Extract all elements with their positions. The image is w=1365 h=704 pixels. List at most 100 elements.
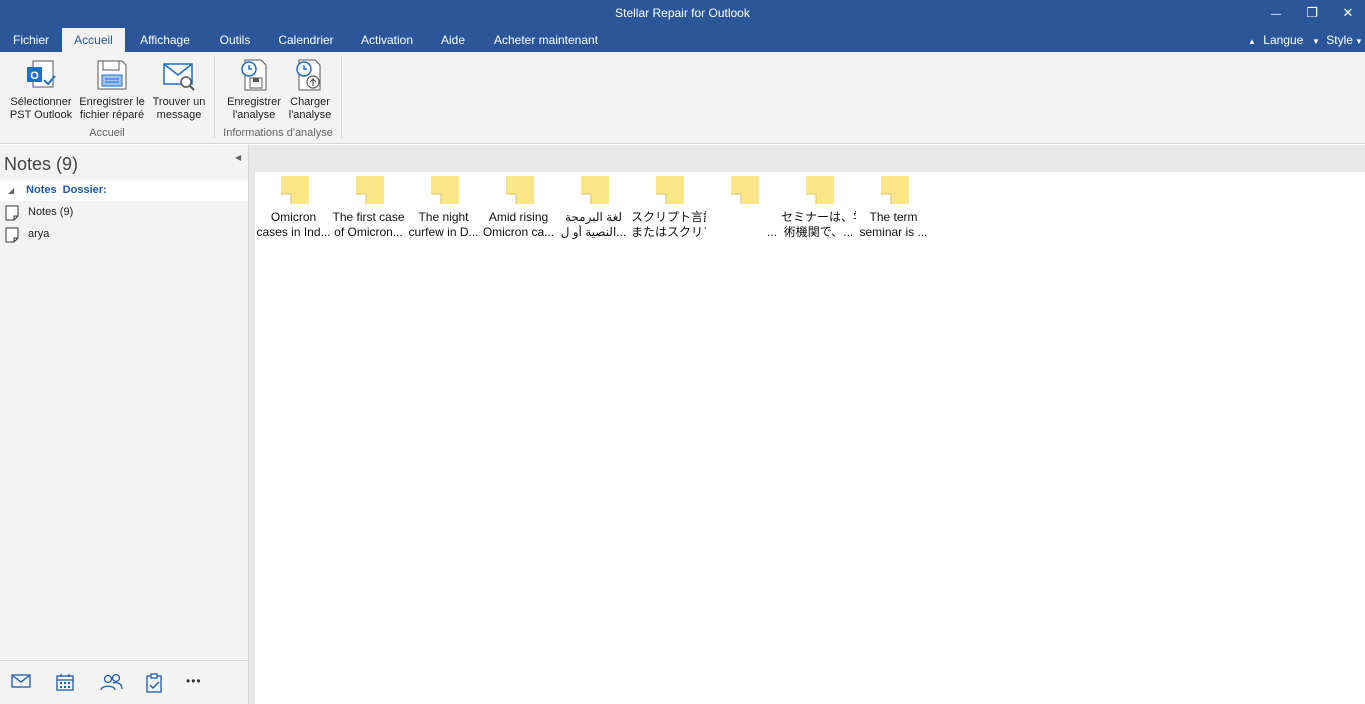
window-title: Stellar Repair for Outlook (615, 6, 750, 20)
contacts-nav-button[interactable] (100, 673, 124, 693)
sticky-note-icon (806, 176, 834, 204)
style-dropdown-arrow[interactable]: ▼ (1355, 28, 1363, 52)
calendar-icon (56, 674, 74, 691)
tasks-icon (146, 673, 162, 693)
save-repaired-file-button[interactable]: Enregistrer le fichier réparé (76, 56, 148, 122)
find-message-icon (163, 63, 195, 91)
note-preview: seminar is ... (859, 225, 928, 239)
tab-calendrier[interactable]: Calendrier (265, 28, 347, 52)
sticky-note-icon (281, 176, 309, 204)
language-menu[interactable]: ▲ Langue (1248, 28, 1303, 52)
sticky-note-icon (656, 176, 684, 204)
select-pst-button[interactable]: O Sélectionner PST Outlook (6, 56, 76, 122)
save-scan-label-2: l'analyse (232, 109, 276, 121)
content-header (255, 145, 1365, 172)
select-pst-label-1: Sélectionner (10, 96, 72, 108)
tree-root-label: Notes Dossier: (26, 184, 107, 196)
note-icon (5, 205, 19, 221)
find-message-label-1: Trouver un (152, 96, 206, 108)
close-icon: ✕ (1342, 5, 1354, 20)
more-icon[interactable]: ••• (186, 674, 212, 694)
chevron-up-icon: ▲ (1248, 37, 1256, 46)
note-item[interactable]: The term seminar is ... (856, 175, 931, 247)
mail-nav-button[interactable] (11, 673, 35, 693)
note-preview: Omicron ca... (482, 225, 555, 239)
note-preview: またはスクリプ... (631, 225, 706, 239)
tab-fichier[interactable]: Fichier (0, 28, 62, 52)
note-item[interactable]: The night curfew in D... (406, 175, 481, 247)
calendar-nav-button[interactable] (55, 673, 79, 693)
menu-bar: Fichier Accueil Affichage Outils Calendr… (0, 28, 1365, 52)
mail-icon (11, 674, 31, 688)
style-menu[interactable]: ▼ Style (1312, 28, 1353, 52)
pane-title: Notes (9) (4, 154, 79, 174)
bottom-navigation: ••• (0, 660, 248, 704)
sticky-note-icon (431, 176, 459, 204)
folder-pane: Notes (9) ◀ ◢ Notes Dossier: Notes (9) a… (0, 145, 249, 704)
tab-aide[interactable]: Aide (427, 28, 479, 52)
minimize-icon: — (1271, 9, 1281, 20)
note-title: Amid rising (488, 210, 549, 224)
save-icon (97, 60, 127, 90)
note-item[interactable]: スクリプト言語またはスクリプ... (631, 175, 706, 247)
sticky-note-icon (581, 176, 609, 204)
load-scan-icon (296, 59, 321, 91)
tab-affichage[interactable]: Affichage (125, 28, 205, 52)
tab-accueil[interactable]: Accueil (62, 28, 125, 52)
note-title (706, 210, 777, 225)
ribbon-group-analysis-label: Informations d'analyse (223, 127, 333, 139)
note-icon (5, 227, 19, 243)
save-repaired-label-1: Enregistrer le (79, 96, 145, 108)
find-message-label-2: message (156, 109, 202, 121)
ribbon-group-accueil-label: Accueil (89, 127, 125, 139)
load-scan-label-1: Charger (290, 96, 330, 108)
ribbon: O Sélectionner PST Outlook Enregistrer l… (0, 52, 1365, 144)
tree-item-arya[interactable]: arya (0, 225, 248, 245)
close-button[interactable]: ✕ (1328, 2, 1365, 24)
note-item[interactable]: セミナーは、学術機関で、... (781, 175, 856, 247)
tab-activation[interactable]: Activation (347, 28, 427, 52)
note-title: スクリプト言語 (631, 210, 706, 224)
language-label: Langue (1263, 33, 1304, 47)
notes-view: Omicron cases in Ind... The first case of … (255, 145, 1365, 704)
collapse-pane-icon[interactable]: ◀ (235, 153, 241, 162)
tree-item-label: Notes (9) (28, 206, 74, 218)
tab-acheter-maintenant[interactable]: Acheter maintenant (479, 28, 613, 52)
tree-item-notes[interactable]: Notes (9) (0, 203, 248, 223)
outlook-pst-icon: O (27, 60, 56, 88)
ribbon-group-separator (214, 56, 215, 138)
contacts-icon (100, 673, 123, 691)
note-item[interactable]: Amid rising Omicron ca... (481, 175, 556, 247)
chevron-down-icon: ▼ (1312, 37, 1320, 46)
note-title: The term (869, 210, 918, 224)
note-preview: of Omicron... (334, 225, 403, 239)
save-scan-icon (241, 59, 267, 91)
note-item[interactable]: The first case of Omicron... (331, 175, 406, 247)
load-scan-label-2: l'analyse (288, 109, 332, 121)
find-message-button[interactable]: Trouver un message (149, 56, 209, 122)
expand-triangle-icon[interactable]: ◢ (8, 186, 14, 195)
tree-root[interactable]: ◢ Notes Dossier: (0, 181, 248, 201)
svg-text:O: O (30, 70, 39, 82)
sticky-note-icon (506, 176, 534, 204)
note-preview: ...النصية أو ل (560, 225, 627, 239)
save-repaired-label-2: fichier réparé (79, 109, 145, 121)
save-scan-button[interactable]: Enregistrer l'analyse (223, 56, 285, 122)
restore-icon: ❐ (1306, 5, 1318, 20)
chevron-down-icon: ▼ (1355, 37, 1363, 46)
restore-button[interactable]: ❐ (1292, 2, 1332, 24)
note-preview: curfew in D... (408, 225, 479, 239)
note-item[interactable]: لغة البرمجة ...النصية أو ل (556, 175, 631, 247)
tasks-nav-button[interactable] (145, 673, 169, 693)
note-item[interactable]: ... (706, 175, 781, 247)
note-title: لغة البرمجة (564, 210, 623, 224)
note-preview: ... (766, 225, 777, 239)
note-item[interactable]: Omicron cases in Ind... (256, 175, 331, 247)
style-label: Style (1326, 33, 1353, 47)
minimize-button[interactable]: — (1256, 2, 1296, 24)
note-title: セミナーは、学 (781, 210, 856, 224)
sticky-note-icon (731, 176, 759, 204)
note-title: The night (418, 210, 469, 224)
tab-outils[interactable]: Outils (205, 28, 265, 52)
load-scan-button[interactable]: Charger l'analyse (285, 56, 335, 122)
